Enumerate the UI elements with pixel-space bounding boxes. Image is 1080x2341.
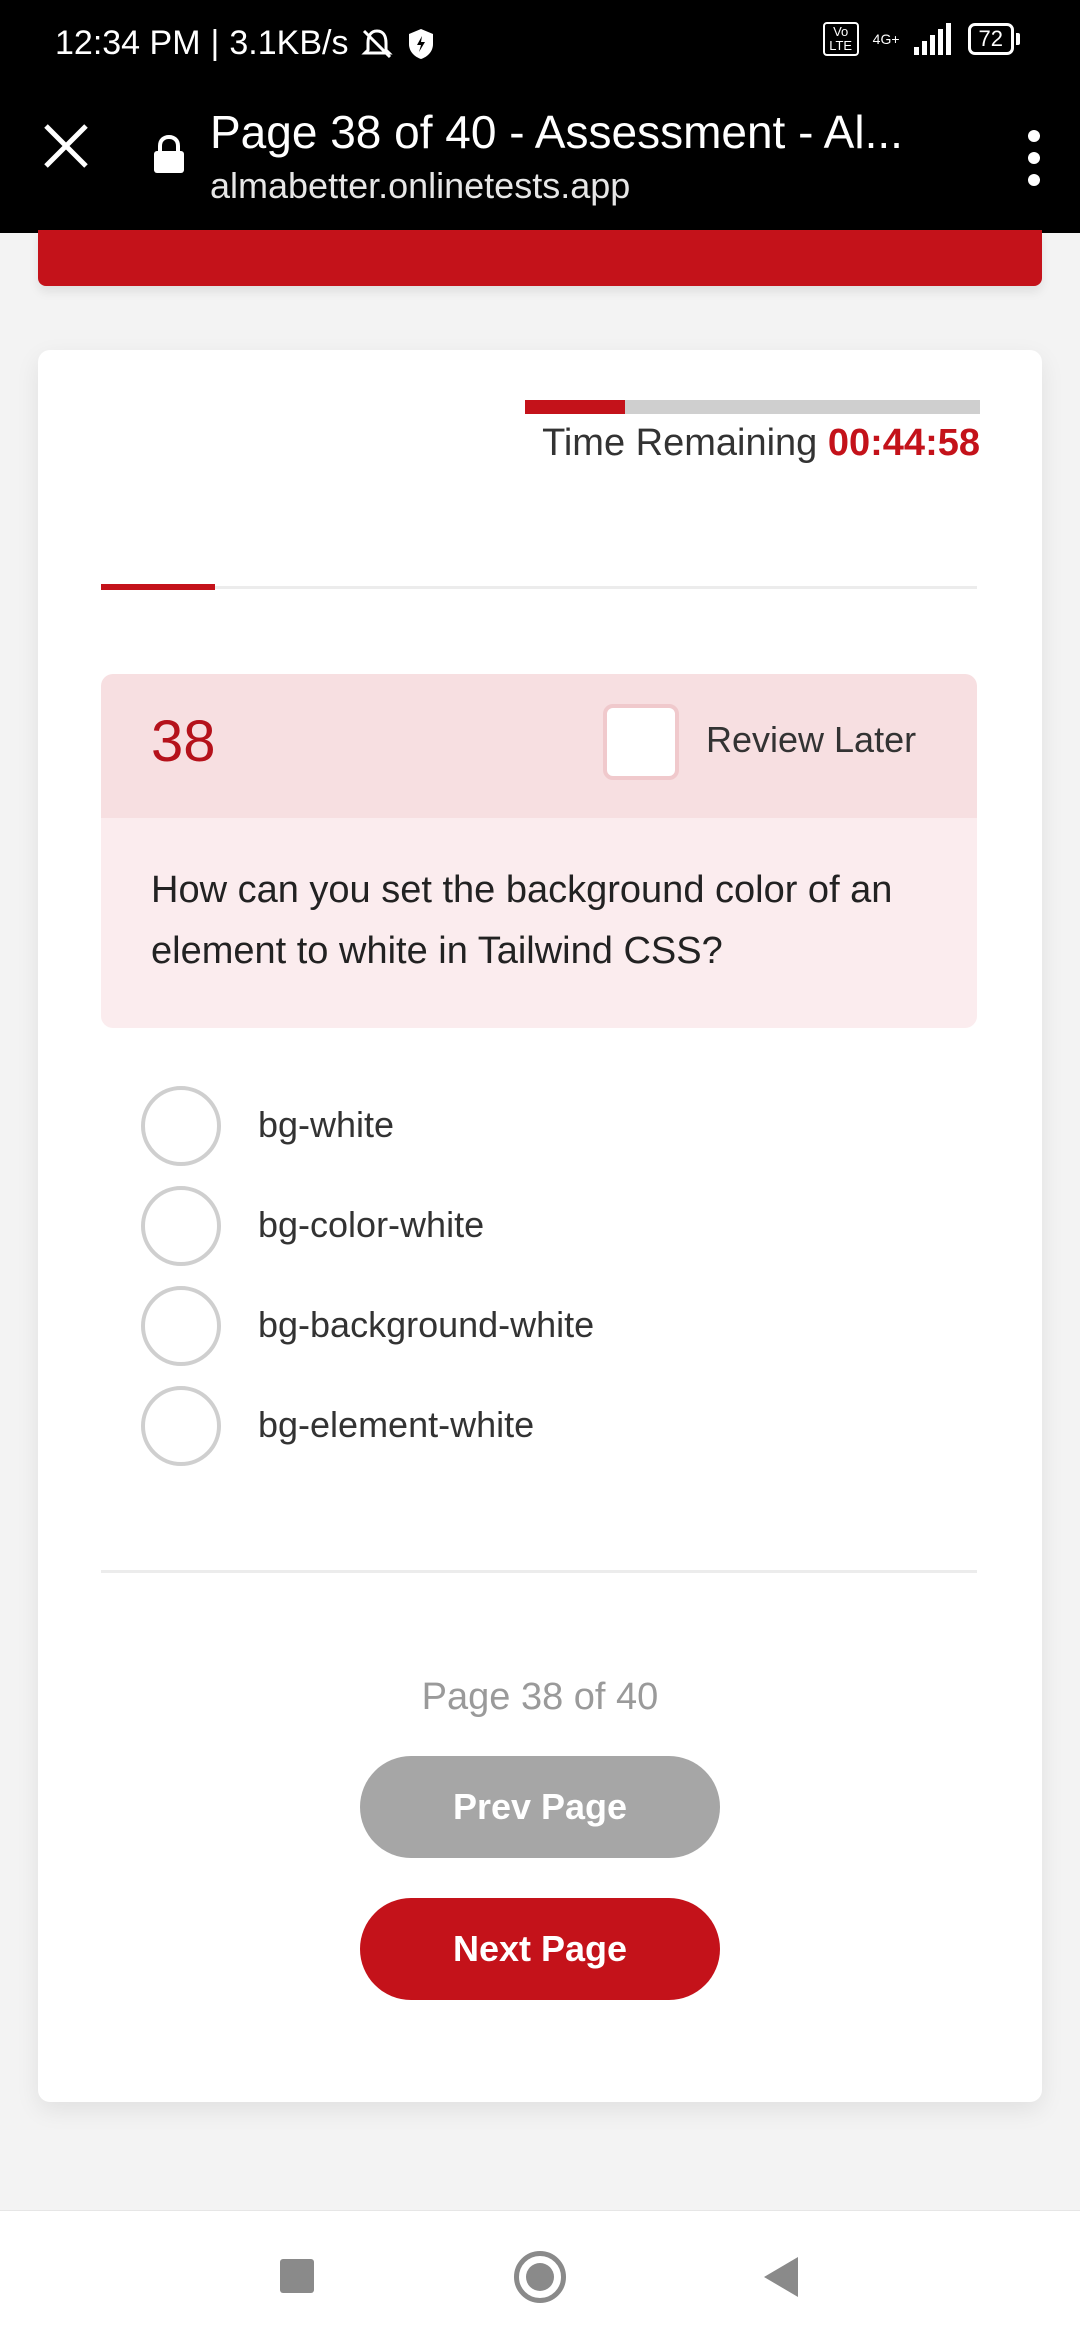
option-item[interactable]: bg-element-white bbox=[141, 1386, 941, 1470]
browser-url[interactable]: almabetter.onlinetests.app bbox=[210, 165, 630, 207]
battery-icon: 72 bbox=[967, 23, 1020, 55]
battery-tip bbox=[1016, 33, 1020, 45]
browser-page-title: Page 38 of 40 - Assessment - Al... bbox=[210, 106, 903, 158]
volte-icon: Vo LTE bbox=[822, 22, 859, 56]
system-nav-bar bbox=[0, 2210, 1080, 2341]
question-body: How can you set the background color of … bbox=[101, 818, 977, 1028]
signal-icon bbox=[913, 23, 951, 55]
timer-progress-fill bbox=[525, 400, 626, 414]
close-icon[interactable] bbox=[40, 120, 92, 172]
browser-toolbar: Page 38 of 40 - Assessment - Al... almab… bbox=[0, 95, 1080, 233]
option-label[interactable]: bg-color-white bbox=[258, 1204, 484, 1246]
review-later-checkbox[interactable] bbox=[603, 704, 679, 780]
question-card: Time Remaining 00:44:58 38 Review Later … bbox=[38, 350, 1042, 2102]
header-banner bbox=[38, 230, 1042, 286]
question-header: 38 Review Later bbox=[101, 674, 977, 818]
battery-level: 72 bbox=[967, 23, 1014, 55]
shield-icon bbox=[409, 28, 434, 59]
option-radio[interactable] bbox=[141, 1286, 221, 1366]
timer: Time Remaining 00:44:58 bbox=[542, 422, 980, 465]
net-speed: 3.1KB/s bbox=[229, 24, 349, 62]
next-page-button[interactable]: Next Page bbox=[360, 1898, 720, 2000]
option-item[interactable]: bg-white bbox=[141, 1086, 941, 1170]
status-bar: 12:34 PM | 3.1KB/s Vo LTE 4G+ 72 bbox=[0, 0, 1080, 95]
section-progress-track bbox=[101, 586, 977, 589]
status-left: 12:34 PM | 3.1KB/s bbox=[55, 24, 436, 63]
option-radio[interactable] bbox=[141, 1386, 221, 1466]
option-radio[interactable] bbox=[141, 1186, 221, 1266]
more-options-icon[interactable] bbox=[1024, 130, 1044, 190]
review-later-label[interactable]: Review Later bbox=[706, 719, 916, 761]
option-item[interactable]: bg-color-white bbox=[141, 1186, 941, 1270]
back-icon[interactable] bbox=[764, 2257, 798, 2297]
prev-page-button[interactable]: Prev Page bbox=[360, 1756, 720, 1858]
recents-icon[interactable] bbox=[280, 2259, 314, 2293]
option-label[interactable]: bg-element-white bbox=[258, 1404, 534, 1446]
mute-icon bbox=[361, 28, 394, 58]
status-right: Vo LTE 4G+ 72 bbox=[822, 22, 1020, 56]
question-text: How can you set the background color of … bbox=[151, 869, 893, 972]
option-radio[interactable] bbox=[141, 1086, 221, 1166]
separator: | bbox=[210, 24, 220, 62]
clock: 12:34 PM bbox=[55, 24, 201, 62]
page-indicator: Page 38 of 40 bbox=[421, 1676, 659, 1718]
timer-value: 00:44:58 bbox=[827, 422, 980, 464]
option-item[interactable]: bg-background-white bbox=[141, 1286, 941, 1370]
home-icon[interactable] bbox=[514, 2251, 566, 2303]
lock-icon bbox=[154, 135, 184, 173]
section-progress-fill bbox=[101, 584, 215, 590]
network-type: 4G+ bbox=[872, 31, 900, 47]
option-label[interactable]: bg-white bbox=[258, 1104, 394, 1146]
timer-progress-bar bbox=[525, 400, 980, 414]
timer-label: Time Remaining bbox=[542, 422, 818, 464]
question-number: 38 bbox=[151, 709, 216, 774]
divider bbox=[101, 1570, 977, 1573]
option-label[interactable]: bg-background-white bbox=[258, 1304, 594, 1346]
